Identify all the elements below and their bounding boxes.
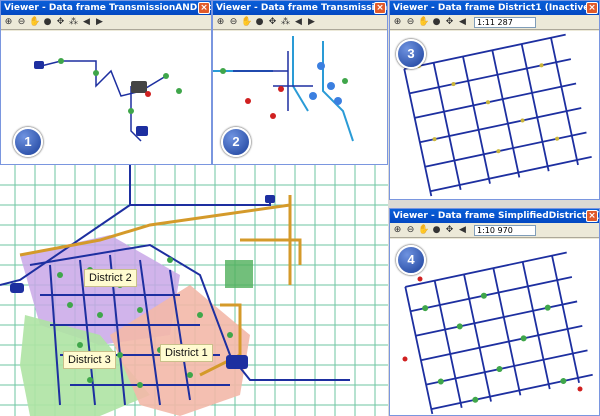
globe-icon[interactable]: ● [42,17,53,28]
close-icon[interactable]: × [586,210,598,222]
window-title: Viewer - Data frame TransmissionANDInte.… [216,3,387,13]
district2-label: District 2 [84,269,137,287]
back-icon[interactable]: ◀ [457,17,468,28]
pan-icon[interactable]: ✋ [29,17,40,28]
forward-icon[interactable]: ▶ [306,17,317,28]
zoom-out-icon[interactable]: ⊖ [405,225,416,236]
globe-icon[interactable]: ● [431,225,442,236]
viewer-map-4[interactable]: 4 [390,239,599,415]
badge-2: 2 [221,127,251,157]
fixed-zoom-in-icon[interactable]: ⁂ [68,17,79,28]
scale-field[interactable]: 1:10 970 [474,224,536,236]
viewer-toolbar: ⊕ ⊖ ✋ ● ✥ ⁂ ◀ ▶ [1,15,211,30]
forward-icon[interactable]: ▶ [94,17,105,28]
globe-icon[interactable]: ● [431,17,442,28]
fixed-zoom-in-icon[interactable]: ⁂ [280,17,291,28]
viewer-toolbar: ⊕ ⊖ ✋ ● ✥ ◀ 1:11 287 [390,15,599,30]
viewer-window-3[interactable]: Viewer - Data frame District1 (Inactive)… [389,0,600,200]
zoom-in-icon[interactable]: ⊕ [392,17,403,28]
title-bar[interactable]: Viewer - Data frame TransmissionANDInter… [1,1,211,15]
back-icon[interactable]: ◀ [457,225,468,236]
back-icon[interactable]: ◀ [293,17,304,28]
full-extent-icon[interactable]: ✥ [444,225,455,236]
close-icon[interactable]: × [198,2,210,14]
close-icon[interactable]: × [586,2,598,14]
viewer-window-4[interactable]: Viewer - Data frame SimplifiedDistrict1 … [389,208,600,416]
badge-4: 4 [396,245,426,275]
pan-icon[interactable]: ✋ [418,225,429,236]
zoom-out-icon[interactable]: ⊖ [405,17,416,28]
badge-3: 3 [396,39,426,69]
title-bar[interactable]: Viewer - Data frame District1 (Inactive)… [390,1,599,15]
full-extent-icon[interactable]: ✥ [55,17,66,28]
badge-1: 1 [13,127,43,157]
title-bar[interactable]: Viewer - Data frame TransmissionANDInte.… [213,1,387,15]
viewer-toolbar: ⊕ ⊖ ✋ ● ✥ ⁂ ◀ ▶ [213,15,387,30]
zoom-in-icon[interactable]: ⊕ [392,225,403,236]
back-icon[interactable]: ◀ [81,17,92,28]
viewer-map-2[interactable]: 2 [213,31,387,164]
main-map[interactable]: District 2 District 3 District 1 [0,165,388,416]
window-title: Viewer - Data frame SimplifiedDistrict1 … [393,211,599,221]
zoom-in-icon[interactable]: ⊕ [215,17,226,28]
viewer-map-1[interactable]: 1 [1,31,211,164]
pan-icon[interactable]: ✋ [418,17,429,28]
title-bar[interactable]: Viewer - Data frame SimplifiedDistrict1 … [390,209,599,223]
full-extent-icon[interactable]: ✥ [267,17,278,28]
main-map-canvas [0,165,388,416]
scale-field[interactable]: 1:11 287 [474,16,536,28]
window-title: Viewer - Data frame District1 (Inactive) [393,3,594,13]
zoom-in-icon[interactable]: ⊕ [3,17,14,28]
pan-icon[interactable]: ✋ [241,17,252,28]
full-extent-icon[interactable]: ✥ [444,17,455,28]
viewer-map-3[interactable]: 3 [390,31,599,199]
zoom-out-icon[interactable]: ⊖ [16,17,27,28]
globe-icon[interactable]: ● [254,17,265,28]
district1-label: District 1 [160,344,213,362]
viewer-window-1[interactable]: Viewer - Data frame TransmissionANDInter… [0,0,212,165]
viewer-window-2[interactable]: Viewer - Data frame TransmissionANDInte.… [212,0,388,165]
district3-label: District 3 [63,351,116,369]
viewer-toolbar: ⊕ ⊖ ✋ ● ✥ ◀ 1:10 970 [390,223,599,238]
window-title: Viewer - Data frame TransmissionANDInter… [4,3,211,13]
close-icon[interactable]: × [374,2,386,14]
zoom-out-icon[interactable]: ⊖ [228,17,239,28]
